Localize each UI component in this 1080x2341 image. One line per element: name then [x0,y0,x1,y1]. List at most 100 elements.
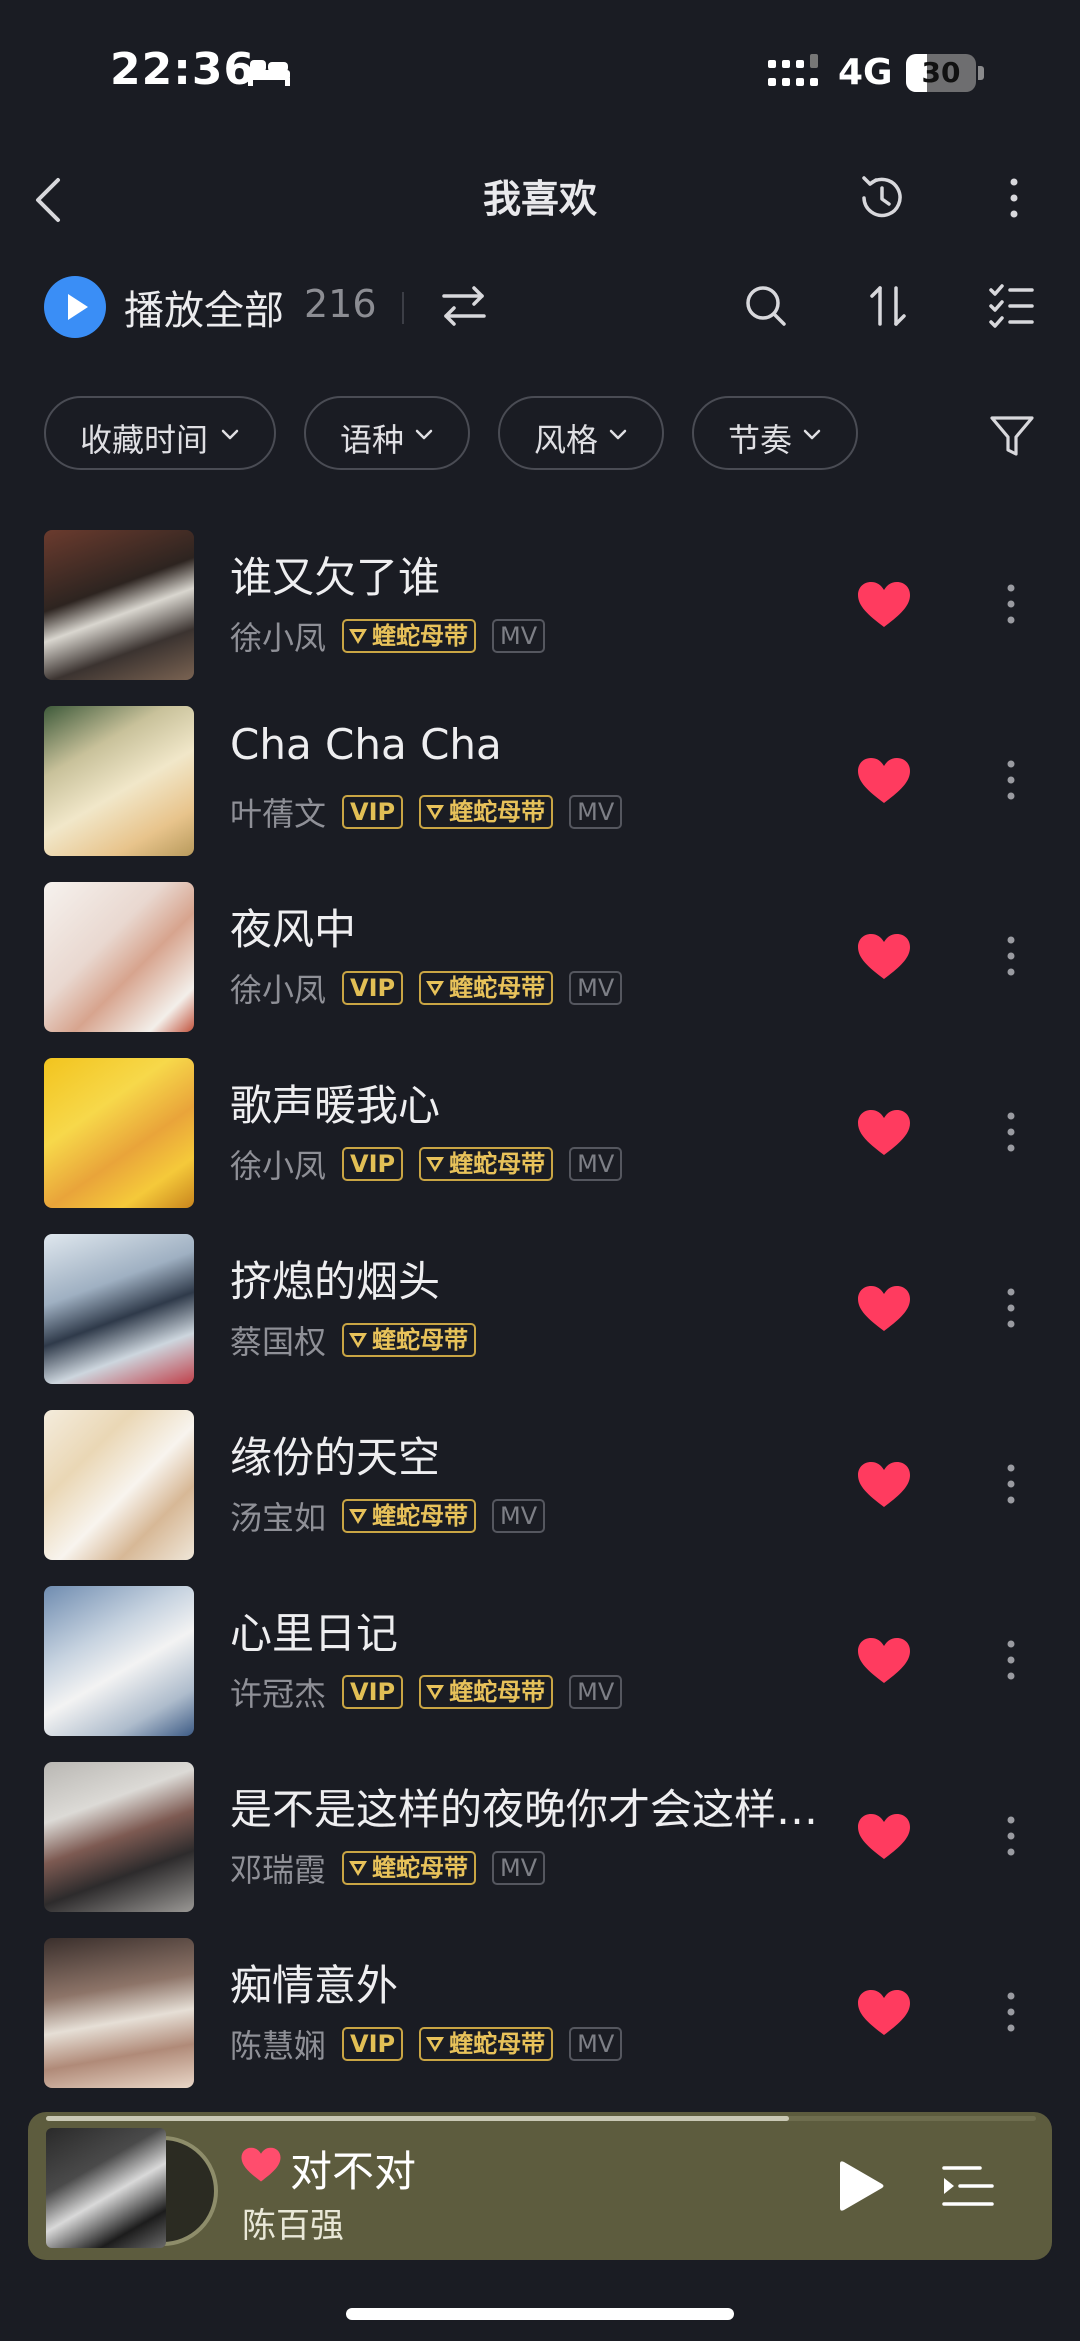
heart-icon[interactable] [856,580,912,630]
master-quality-badge: 蝰蛇母带 [342,1499,477,1533]
song-title: Cha Cha Cha [230,720,502,769]
song-row[interactable]: Cha Cha Cha 叶蒨文 VIP 蝰蛇母带 MV [0,706,1080,866]
master-quality-badge: 蝰蛇母带 [419,795,554,829]
list-toolbar: 播放全部 216 [0,266,1080,346]
sort-icon[interactable] [862,280,914,332]
filter-chip-collect-time[interactable]: 收藏时间 [44,396,276,470]
mv-badge[interactable]: MV [492,1499,546,1533]
heart-icon[interactable] [856,1988,912,2038]
song-row[interactable]: 心里日记 许冠杰 VIP 蝰蛇母带 MV [0,1586,1080,1746]
filter-icon[interactable] [986,410,1038,462]
master-badge-label: 蝰蛇母带 [449,1150,546,1178]
heart-icon[interactable] [856,1812,912,1862]
song-meta: 汤宝如 蝰蛇母带 MV [230,1496,561,1537]
status-bar: 22:36 4G 30 [0,0,1080,150]
song-artist: 徐小凤 [230,971,327,1009]
album-cover [44,706,194,856]
more-options-icon[interactable] [996,1806,1026,1866]
master-quality-badge: 蝰蛇母带 [342,1323,477,1357]
playlist-queue-icon[interactable] [940,2158,996,2214]
more-options-icon[interactable] [994,168,1034,228]
master-badge-label: 蝰蛇母带 [449,2030,546,2058]
viper-icon [349,1861,368,1876]
home-indicator[interactable] [346,2308,734,2320]
history-icon[interactable] [852,168,912,228]
song-row[interactable]: 缘份的天空 汤宝如 蝰蛇母带 MV [0,1410,1080,1570]
play-mode-icon[interactable] [438,280,490,332]
master-badge-label: 蝰蛇母带 [372,1326,469,1354]
master-badge-label: 蝰蛇母带 [372,1854,469,1882]
mv-badge[interactable]: MV [569,1675,623,1709]
chevron-down-icon [221,429,239,440]
more-options-icon[interactable] [996,1982,1026,2042]
signal-icon [768,54,818,86]
search-icon[interactable] [740,280,792,332]
filter-chip-tempo[interactable]: 节奏 [692,396,858,470]
viper-icon [426,805,445,820]
viper-icon [349,1509,368,1524]
song-row[interactable]: 是不是这样的夜晚你才会这样… 邓瑞霞 蝰蛇母带 MV [0,1762,1080,1922]
network-type: 4G [838,52,893,93]
now-playing-title: 对不对 [290,2147,417,2196]
song-row[interactable]: 谁又欠了谁 徐小凤 蝰蛇母带 MV [0,530,1080,690]
viper-icon [426,2037,445,2052]
more-options-icon[interactable] [996,926,1026,986]
master-quality-badge: 蝰蛇母带 [342,619,477,653]
filter-chip-style[interactable]: 风格 [498,396,664,470]
multi-select-icon[interactable] [986,280,1038,332]
playback-progress-bar[interactable] [46,2116,1036,2121]
song-artist: 徐小凤 [230,1147,327,1185]
more-options-icon[interactable] [996,1278,1026,1338]
heart-icon[interactable] [856,756,912,806]
more-options-icon[interactable] [996,1102,1026,1162]
song-row[interactable]: 挤熄的烟头 蔡国权 蝰蛇母带 [0,1234,1080,1394]
heart-icon[interactable] [856,1108,912,1158]
heart-icon[interactable] [856,1636,912,1686]
song-row[interactable]: 痴情意外 陈慧娴 VIP 蝰蛇母带 MV [0,1938,1080,2098]
play-all-label[interactable]: 播放全部 [124,278,284,336]
vip-badge: VIP [342,1147,404,1181]
filter-chip-language[interactable]: 语种 [304,396,470,470]
more-options-icon[interactable] [996,750,1026,810]
vip-badge: VIP [342,795,404,829]
viper-icon [426,981,445,996]
album-cover [44,1410,194,1560]
mini-player[interactable]: 对不对 陈百强 [28,2112,1052,2260]
status-time: 22:36 [110,44,256,95]
more-options-icon[interactable] [996,1454,1026,1514]
mv-badge[interactable]: MV [492,619,546,653]
song-meta: 徐小凤 VIP 蝰蛇母带 MV [230,1144,638,1185]
filter-chip-label: 收藏时间 [80,421,209,459]
mv-badge[interactable]: MV [569,971,623,1005]
song-meta: 许冠杰 VIP 蝰蛇母带 MV [230,1672,638,1713]
album-cover [44,1762,194,1912]
song-row[interactable]: 夜风中 徐小凤 VIP 蝰蛇母带 MV [0,882,1080,1042]
filter-bar: 收藏时间 语种 风格 节奏 [0,396,1080,474]
page-title: 我喜欢 [482,177,597,221]
mv-badge[interactable]: MV [492,1851,546,1885]
nav-bar: 我喜欢 [0,150,1080,250]
heart-icon[interactable] [856,1460,912,1510]
viper-icon [426,1157,445,1172]
play-icon[interactable] [828,2154,892,2218]
song-row[interactable]: 歌声暖我心 徐小凤 VIP 蝰蛇母带 MV [0,1058,1080,1218]
heart-icon[interactable] [856,932,912,982]
song-title: 夜风中 [230,905,357,954]
filter-chip-label: 语种 [340,421,405,459]
more-options-icon[interactable] [996,574,1026,634]
chevron-down-icon [803,429,821,440]
heart-icon[interactable] [856,1284,912,1334]
mv-badge[interactable]: MV [569,1147,623,1181]
chevron-down-icon [415,429,433,440]
heart-icon[interactable] [240,2146,282,2184]
album-cover [44,1058,194,1208]
mv-badge[interactable]: MV [569,2027,623,2061]
play-all-button[interactable] [44,276,106,338]
song-title: 痴情意外 [230,1961,399,2010]
album-cover [44,1938,194,2088]
vip-badge: VIP [342,1675,404,1709]
song-title: 挤熄的烟头 [230,1257,441,1306]
mv-badge[interactable]: MV [569,795,623,829]
master-quality-badge: 蝰蛇母带 [419,971,554,1005]
more-options-icon[interactable] [996,1630,1026,1690]
